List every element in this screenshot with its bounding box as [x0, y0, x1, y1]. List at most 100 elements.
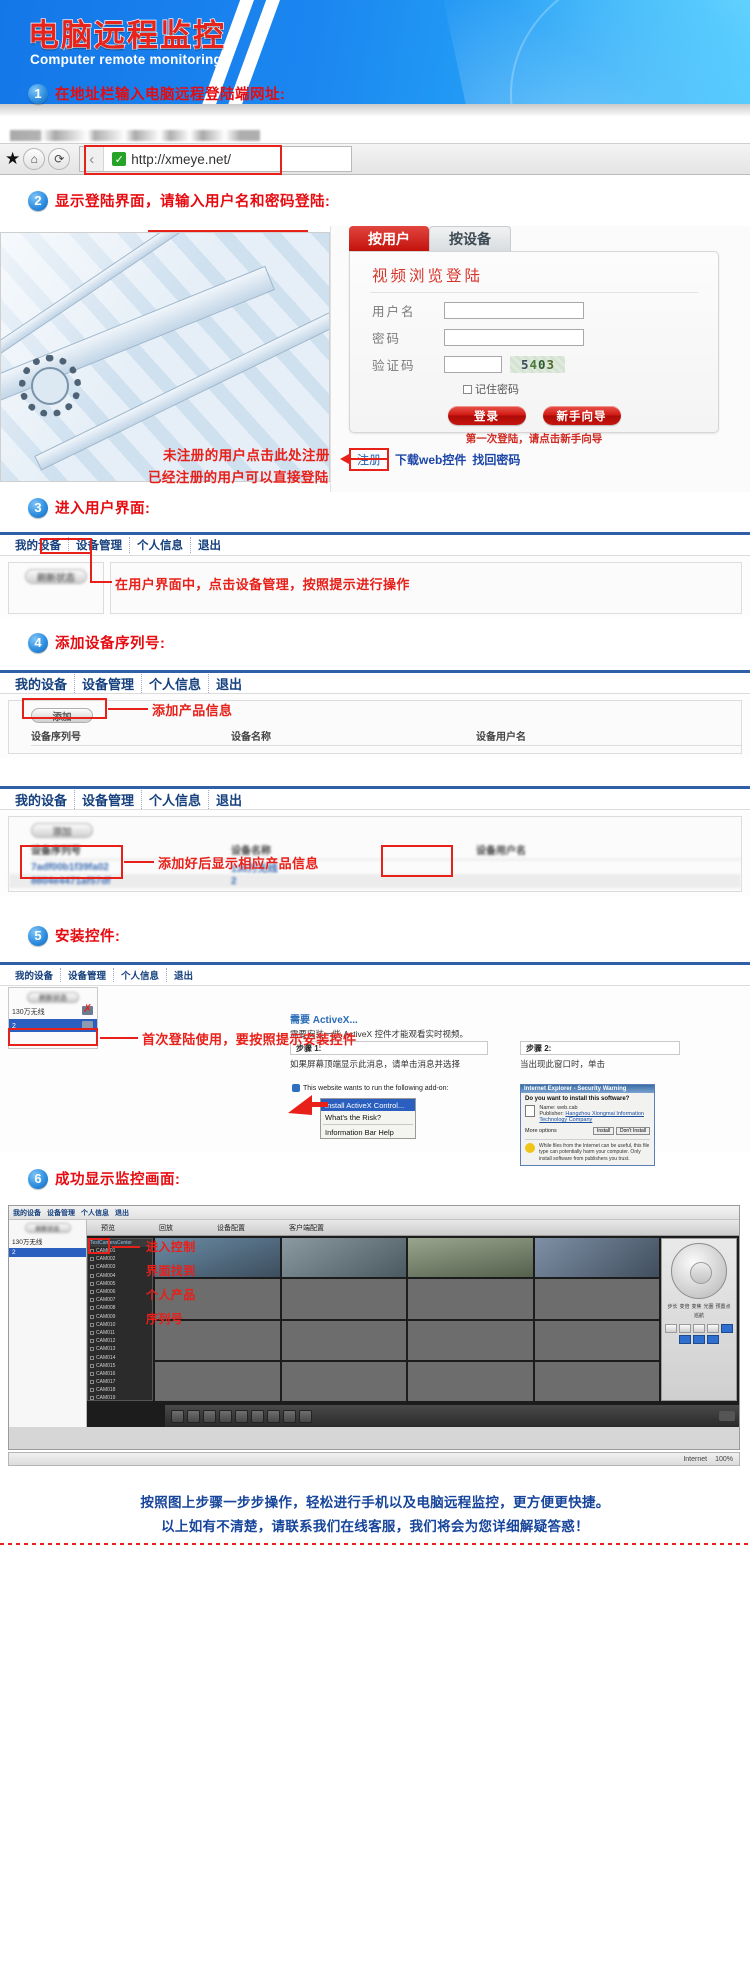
add-device-button[interactable]: 添加: [31, 708, 93, 723]
ptz-button[interactable]: [693, 1324, 705, 1333]
video-cell[interactable]: [281, 1361, 406, 1401]
nav-item-my-devices[interactable]: 我的设备: [8, 789, 76, 809]
video-cell[interactable]: [534, 1320, 659, 1360]
nav-item-logout[interactable]: 退出: [209, 790, 249, 809]
download-webctrl-link[interactable]: 下载web控件: [395, 451, 466, 468]
list-item[interactable]: CAM018: [88, 1386, 152, 1394]
list-item[interactable]: CAM016: [88, 1370, 152, 1378]
ptz-button[interactable]: [665, 1324, 677, 1333]
monitor-tab-preview[interactable]: 预览: [101, 1223, 115, 1233]
monitor-tab-playback[interactable]: 回放: [159, 1223, 173, 1233]
add-device-button[interactable]: 添加: [31, 823, 93, 838]
nav-item-device-manage[interactable]: 设备管理: [69, 537, 130, 553]
list-item[interactable]: CAM014: [88, 1353, 152, 1361]
snapshot-icon[interactable]: [251, 1409, 264, 1423]
volume-icon[interactable]: [719, 1411, 735, 1421]
nav-item-device-manage[interactable]: 设备管理: [75, 789, 143, 809]
table-row[interactable]: 8804e4471af57df 2: [9, 874, 741, 888]
list-item[interactable]: CAM017: [88, 1378, 152, 1386]
video-cell[interactable]: [281, 1279, 406, 1319]
home-icon[interactable]: ⌂: [23, 148, 46, 170]
list-item[interactable]: CAM007: [88, 1296, 152, 1304]
ie-dontinstall-button[interactable]: Don't Install: [616, 1127, 650, 1135]
video-cell[interactable]: [281, 1320, 406, 1360]
nav-item-personal-info[interactable]: 个人信息: [114, 968, 168, 982]
nav-item-logout[interactable]: 退出: [115, 1208, 129, 1218]
captcha-image[interactable]: 5 4 0 3: [510, 356, 565, 373]
stop-all-icon[interactable]: [171, 1409, 184, 1423]
nav-item-device-manage[interactable]: 设备管理: [61, 968, 115, 982]
ptz-button-active[interactable]: [721, 1324, 733, 1333]
video-cell[interactable]: [408, 1361, 533, 1401]
nav-item-personal-info[interactable]: 个人信息: [81, 1208, 109, 1218]
nav-item-device-manage[interactable]: 设备管理: [75, 673, 143, 693]
refresh-status-button[interactable]: 刷新状态: [25, 569, 87, 584]
video-cell[interactable]: [281, 1238, 406, 1278]
video-cell[interactable]: [534, 1361, 659, 1401]
username-input[interactable]: [444, 302, 584, 319]
list-item[interactable]: CAM003: [88, 1263, 152, 1271]
chevron-left-icon[interactable]: ‹: [80, 147, 105, 171]
list-item[interactable]: CAM008: [88, 1304, 152, 1312]
video-cell[interactable]: [534, 1279, 659, 1319]
video-cell[interactable]: [155, 1361, 280, 1401]
menu-item-whats-the-risk[interactable]: What's the Risk?: [321, 1111, 415, 1123]
ptz-direction-pad[interactable]: [671, 1243, 727, 1299]
device-tree-item-selected[interactable]: 2: [9, 1019, 97, 1032]
layout-1-icon[interactable]: [187, 1409, 200, 1423]
nav-item-logout[interactable]: 退出: [191, 537, 228, 553]
list-item[interactable]: CAM011: [88, 1329, 152, 1337]
list-item[interactable]: CAM006: [88, 1288, 152, 1296]
layout-16-icon[interactable]: [235, 1409, 248, 1423]
device-tree-item[interactable]: 130万无线 ✗: [9, 1003, 97, 1017]
remember-password-row[interactable]: 记住密码: [463, 381, 718, 397]
device-tree-item[interactable]: 130万无线: [9, 1233, 86, 1246]
video-cell[interactable]: [408, 1238, 533, 1278]
menu-item-install-activex[interactable]: Install ActiveX Control...: [321, 1099, 415, 1111]
nav-item-personal-info[interactable]: 个人信息: [142, 673, 210, 693]
ptz-button-active[interactable]: [679, 1335, 691, 1344]
list-item[interactable]: CAM009: [88, 1313, 152, 1321]
ie-install-button[interactable]: Install: [592, 1127, 615, 1135]
ptz-button[interactable]: [707, 1324, 719, 1333]
nav-item-personal-info[interactable]: 个人信息: [142, 789, 210, 809]
list-item[interactable]: CAM002: [88, 1255, 152, 1263]
list-item[interactable]: CAM001: [88, 1247, 152, 1255]
list-item[interactable]: CAM013: [88, 1345, 152, 1353]
wizard-button[interactable]: 新手向导: [542, 406, 621, 425]
layout-4-icon[interactable]: [203, 1409, 216, 1423]
reload-icon[interactable]: ⟳: [48, 148, 71, 170]
fullscreen-icon[interactable]: [283, 1409, 296, 1423]
nav-item-logout[interactable]: 退出: [167, 968, 200, 982]
nav-item-my-devices[interactable]: 我的设备: [8, 537, 69, 553]
refresh-status-button[interactable]: 刷新状态: [27, 992, 79, 1003]
nav-item-personal-info[interactable]: 个人信息: [130, 537, 191, 553]
captcha-input[interactable]: [444, 356, 502, 373]
menu-item-information-bar-help[interactable]: Information Bar Help: [321, 1126, 415, 1138]
video-cell[interactable]: [408, 1279, 533, 1319]
nav-item-my-devices[interactable]: 我的设备: [13, 1208, 41, 1218]
address-bar[interactable]: ‹ ✓ http://xmeye.net/: [79, 146, 353, 172]
tab-by-user[interactable]: 按用户: [349, 226, 429, 251]
nav-item-my-devices[interactable]: 我的设备: [8, 673, 76, 693]
monitor-tab-device-config[interactable]: 设备配置: [217, 1223, 245, 1233]
refresh-status-button[interactable]: 刷新状态: [24, 1223, 71, 1233]
video-cell[interactable]: [534, 1238, 659, 1278]
device-tree-item-selected[interactable]: 2: [9, 1248, 86, 1257]
nav-item-device-manage[interactable]: 设备管理: [47, 1208, 75, 1218]
ptz-button-active[interactable]: [707, 1335, 719, 1344]
password-input[interactable]: [444, 329, 584, 346]
layout-9-icon[interactable]: [219, 1409, 232, 1423]
list-item[interactable]: CAM015: [88, 1362, 152, 1370]
nav-item-my-devices[interactable]: 我的设备: [8, 968, 62, 982]
list-item[interactable]: CAM012: [88, 1337, 152, 1345]
remember-checkbox[interactable]: [463, 384, 472, 394]
ie-more-options[interactable]: More options: [525, 1128, 557, 1134]
ptz-button-active[interactable]: [693, 1335, 705, 1344]
list-item[interactable]: CAM019: [88, 1394, 152, 1400]
list-item[interactable]: CAM010: [88, 1321, 152, 1329]
login-button[interactable]: 登录: [447, 406, 526, 425]
nav-item-logout[interactable]: 退出: [209, 674, 249, 693]
monitor-tab-client-config[interactable]: 客户端配置: [289, 1223, 324, 1233]
list-item[interactable]: CAM005: [88, 1280, 152, 1288]
